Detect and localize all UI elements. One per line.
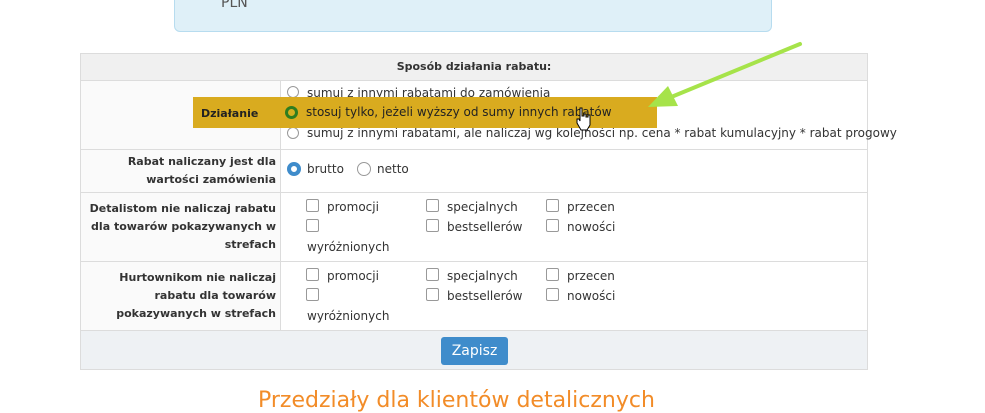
- wholesale-bestseller-label: bestsellerów: [447, 289, 523, 303]
- wholesale-featured-label: wyróżnionych: [307, 309, 390, 323]
- retail-new-checkbox[interactable]: [546, 219, 559, 232]
- retail-featured-checkbox[interactable]: [306, 219, 319, 232]
- action-option-sequence-radio[interactable]: [287, 127, 299, 139]
- section-title: Przedziały dla klientów detalicznych: [258, 388, 655, 413]
- wholesale-exclude-row: Hurtownikom nie naliczaj rabatu dla towa…: [81, 262, 867, 331]
- retail-promo-label: promocji: [327, 200, 379, 214]
- wholesale-new-checkbox[interactable]: [546, 288, 559, 301]
- wholesale-featured-checkbox[interactable]: [306, 288, 319, 301]
- retail-new-label: nowości: [567, 220, 616, 234]
- wholesale-promo-label: promocji: [327, 269, 379, 283]
- value-basis-label: Rabat naliczany jest dla wartości zamówi…: [81, 150, 281, 192]
- retail-sale-label: przecen: [567, 200, 615, 214]
- action-option-sequence-label: sumuj z innymi rabatami, ale naliczaj wg…: [307, 126, 897, 140]
- retail-exclude-label: Detalistom nie naliczaj rabatu dla towar…: [81, 193, 281, 261]
- wholesale-exclude-label: Hurtownikom nie naliczaj rabatu dla towa…: [81, 262, 281, 330]
- pointer-arrow-icon: [648, 42, 802, 107]
- wholesale-promo-checkbox[interactable]: [306, 268, 319, 281]
- retail-special-checkbox[interactable]: [426, 199, 439, 212]
- net-label: netto: [377, 162, 409, 176]
- gross-label: brutto: [307, 162, 344, 176]
- highlighted-action-label: Działanie: [201, 107, 259, 120]
- wholesale-special-label: specjalnych: [447, 269, 518, 283]
- net-radio[interactable]: [357, 162, 371, 176]
- retail-promo-checkbox[interactable]: [306, 199, 319, 212]
- retail-exclude-row: Detalistom nie naliczaj rabatu dla towar…: [81, 193, 867, 262]
- retail-special-label: specjalnych: [447, 200, 518, 214]
- wholesale-special-checkbox[interactable]: [426, 268, 439, 281]
- save-button[interactable]: Zapisz: [441, 337, 508, 365]
- highlighted-option-radio[interactable]: [285, 106, 298, 119]
- wholesale-bestseller-checkbox[interactable]: [426, 288, 439, 301]
- currency-label: PLN: [221, 0, 248, 11]
- wholesale-sale-checkbox[interactable]: [546, 268, 559, 281]
- retail-bestseller-checkbox[interactable]: [426, 219, 439, 232]
- save-row: Zapisz: [81, 331, 867, 369]
- retail-bestseller-label: bestsellerów: [447, 220, 523, 234]
- value-basis-row: Rabat naliczany jest dla wartości zamówi…: [81, 150, 867, 193]
- wholesale-sale-label: przecen: [567, 269, 615, 283]
- retail-featured-label: wyróżnionych: [307, 240, 390, 254]
- retail-sale-checkbox[interactable]: [546, 199, 559, 212]
- gross-radio[interactable]: [287, 162, 301, 176]
- info-box: PLN: [174, 0, 772, 32]
- wholesale-new-label: nowości: [567, 289, 616, 303]
- highlighted-option-label: stosuj tylko, jeżeli wyższy od sumy inny…: [306, 105, 612, 119]
- hand-cursor-icon: [576, 107, 591, 131]
